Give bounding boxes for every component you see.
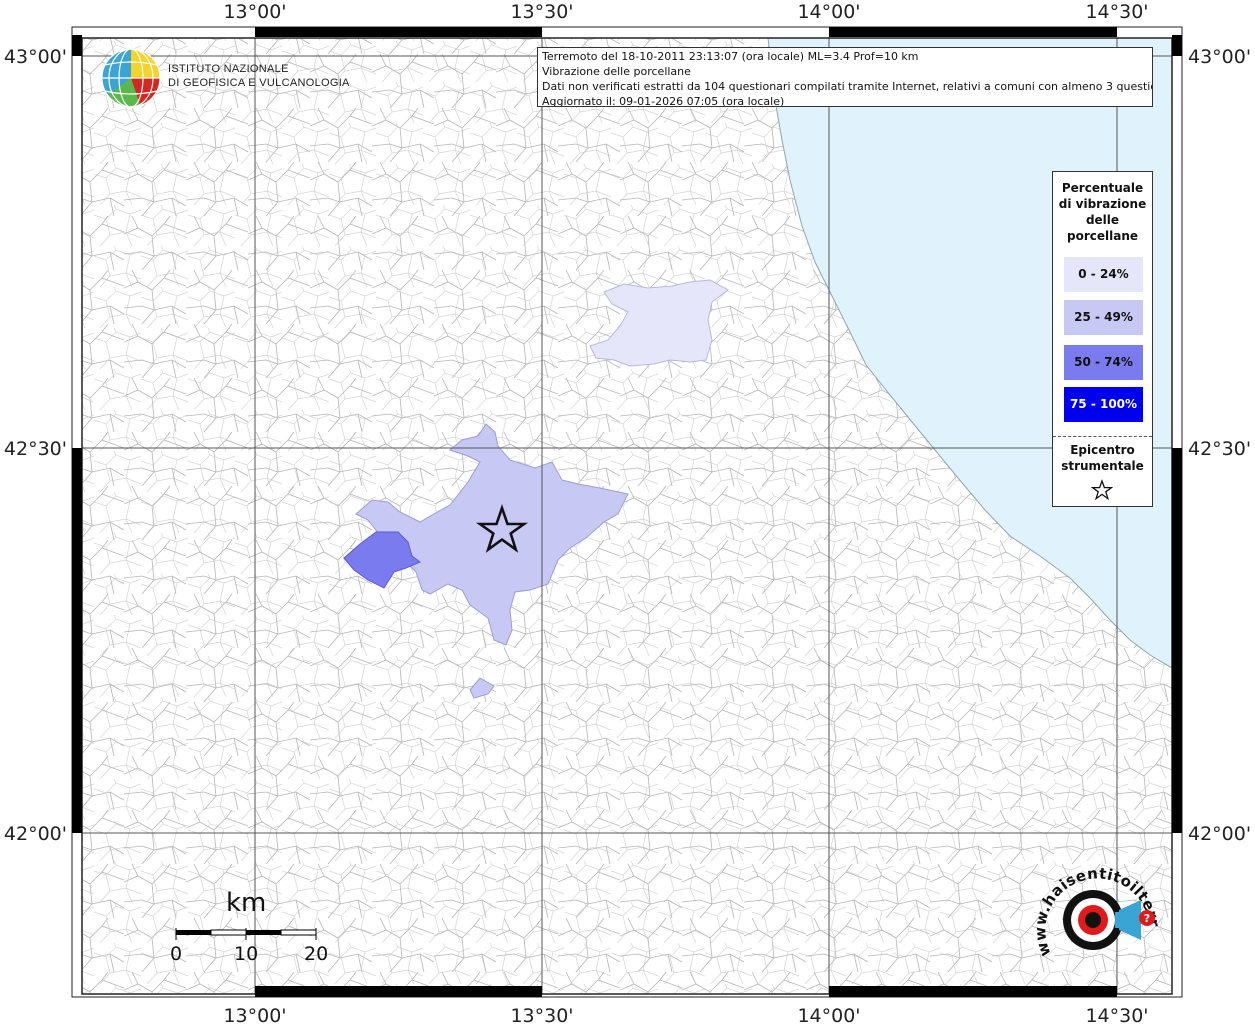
svg-text:?: ? [1144, 912, 1150, 925]
ingv-globe-icon [101, 48, 161, 108]
bottom-axis-labels: 13°00' 13°30' 14°00' 14°30' [223, 1005, 1148, 1024]
event-title: Terremoto del 18-10-2011 23:13:07 (ora l… [542, 50, 919, 63]
tick-top-14-30: 14°30' [1085, 1, 1148, 23]
haisentito-logo-icon: www.haisentitoilterremoto.it ? [1031, 856, 1163, 959]
event-data-note: Dati non verificati estratti da 104 ques… [542, 80, 1153, 93]
ingv-line2: DI GEOFISICA E VULCANOLOGIA [168, 77, 350, 89]
right-axis-labels: 43°00' 42°30' 42°00' [1188, 46, 1251, 845]
scale-label-0: 0 [170, 943, 183, 965]
tick-left-42-30: 42°30' [4, 438, 67, 460]
legend-separator [1053, 436, 1152, 437]
tick-top-13-00: 13°00' [223, 1, 286, 23]
left-axis-labels: 43°00' 42°30' 42°00' [4, 46, 67, 845]
tick-bottom-14-00: 14°00' [797, 1005, 860, 1024]
tick-right-42-30: 42°30' [1188, 438, 1251, 460]
event-info-box: Terremoto del 18-10-2011 23:13:07 (ora l… [537, 47, 1153, 107]
tick-bottom-14-30: 14°30' [1085, 1005, 1148, 1024]
legend-epicenter-label: Epicentro strumentale [1061, 443, 1144, 473]
ingv-name: ISTITUTO NAZIONALE DI GEOFISICA E VULCAN… [168, 62, 350, 90]
scale-unit: km [226, 888, 267, 918]
event-parameter: Vibrazione delle porcellane [542, 65, 691, 78]
ingv-line1: ISTITUTO NAZIONALE [168, 63, 289, 75]
top-axis-labels: 13°00' 13°30' 14°00' 14°30' [223, 1, 1148, 23]
tick-bottom-13-30: 13°30' [510, 1005, 573, 1024]
tick-right-42-00: 42°00' [1188, 823, 1251, 845]
legend-class-0-24: 0 - 24% [1064, 257, 1143, 292]
tick-top-14-00: 14°00' [797, 1, 860, 23]
scale-label-20: 20 [304, 943, 329, 965]
legend-class-50-74: 50 - 74% [1064, 345, 1143, 380]
legend: Percentuale di vibrazione delle porcella… [1052, 171, 1153, 507]
tick-bottom-13-00: 13°00' [223, 1005, 286, 1024]
tick-left-43-00: 43°00' [4, 46, 67, 68]
scale-label-10: 10 [234, 943, 259, 965]
legend-class-75-100: 75 - 100% [1064, 387, 1143, 422]
tick-top-13-30: 13°30' [510, 1, 573, 23]
event-updated: Aggiornato il: 09-01-2026 07:05 (ora loc… [542, 95, 785, 107]
legend-class-25-49: 25 - 49% [1064, 300, 1143, 335]
legend-title: Percentuale di vibrazione delle porcella… [1058, 181, 1147, 243]
tick-right-43-00: 43°00' [1188, 46, 1251, 68]
tick-left-42-00: 42°00' [4, 823, 67, 845]
legend-star-icon [1091, 479, 1113, 501]
